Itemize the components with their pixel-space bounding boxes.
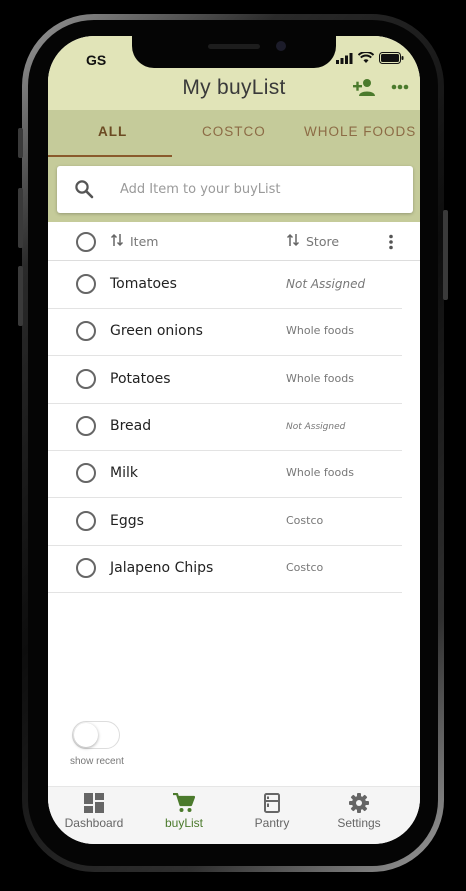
item-store: Not Assigned <box>286 422 346 432</box>
store-column-header[interactable]: Store <box>306 234 339 249</box>
volume-down-button <box>18 266 23 326</box>
item-column-header[interactable]: Item <box>130 234 158 249</box>
list-header: Item Store <box>48 224 420 261</box>
signal-icon <box>336 52 353 64</box>
sort-store-icon[interactable] <box>286 233 300 247</box>
select-all-checkbox[interactable] <box>76 232 96 252</box>
app-screen: GS My buyList ALL COSTCO WHOLE FOODS Add… <box>48 36 420 844</box>
list-item[interactable]: Bread Not Assigned <box>48 403 402 451</box>
item-name: Jalapeno Chips <box>110 560 214 576</box>
tab-costco[interactable]: COSTCO <box>202 124 266 139</box>
item-name: Green onions <box>110 323 203 339</box>
list-item[interactable]: Eggs Costco <box>48 498 402 546</box>
item-checkbox[interactable] <box>76 463 96 483</box>
nav-settings[interactable]: Settings <box>319 793 399 830</box>
volume-up-button <box>18 188 23 248</box>
list-item[interactable]: Green onions Whole foods <box>48 308 402 356</box>
more-options-icon[interactable] <box>391 84 409 90</box>
list-item[interactable]: Potatoes Whole foods <box>48 356 402 404</box>
item-checkbox[interactable] <box>76 558 96 578</box>
item-store: Costco <box>286 561 324 574</box>
item-checkbox[interactable] <box>76 369 96 389</box>
item-name: Potatoes <box>110 371 171 387</box>
battery-icon <box>379 52 404 64</box>
store-tabs: ALL COSTCO WHOLE FOODS <box>48 110 420 158</box>
speaker-grille <box>208 44 260 49</box>
search-icon <box>75 180 94 199</box>
carrier-label: GS <box>86 52 107 68</box>
item-store: Not Assigned <box>286 277 366 291</box>
sort-item-icon[interactable] <box>110 233 124 247</box>
power-button <box>443 210 448 300</box>
list-item[interactable]: Jalapeno Chips Costco <box>48 545 402 593</box>
nav-dashboard[interactable]: Dashboard <box>54 793 134 830</box>
list-item[interactable]: Tomatoes Not Assigned <box>48 261 402 309</box>
item-checkbox[interactable] <box>76 511 96 531</box>
dashboard-icon <box>84 793 104 813</box>
gear-icon <box>349 793 369 813</box>
fridge-icon <box>264 793 280 813</box>
item-name: Bread <box>110 418 152 434</box>
nav-dashboard-label: Dashboard <box>64 816 124 830</box>
item-store: Whole foods <box>286 324 354 337</box>
item-name: Tomatoes <box>110 276 177 292</box>
cart-icon <box>173 793 195 812</box>
status-icons <box>336 52 404 64</box>
item-store: Costco <box>286 514 324 527</box>
item-checkbox[interactable] <box>76 321 96 341</box>
item-name: Eggs <box>110 513 144 529</box>
bottom-nav: Dashboard buyList Pantry Settings <box>48 786 420 844</box>
nav-buylist-label: buyList <box>164 816 204 830</box>
front-camera <box>276 41 286 51</box>
item-store: Whole foods <box>286 372 354 385</box>
wifi-icon <box>358 52 374 63</box>
add-item-input[interactable] <box>120 178 390 200</box>
active-tab-indicator <box>48 155 172 157</box>
list-item[interactable]: Milk Whole foods <box>48 450 402 498</box>
tab-all[interactable]: ALL <box>98 124 127 139</box>
nav-pantry-label: Pantry <box>254 816 290 830</box>
tab-whole-foods[interactable]: WHOLE FOODS <box>304 124 416 139</box>
add-person-icon[interactable] <box>352 78 376 96</box>
show-recent-toggle[interactable] <box>72 721 120 749</box>
item-checkbox[interactable] <box>76 416 96 436</box>
search-bar[interactable] <box>57 166 413 213</box>
notch <box>132 36 336 68</box>
nav-settings-label: Settings <box>337 816 381 830</box>
nav-buylist[interactable]: buyList <box>144 793 224 830</box>
item-checkbox[interactable] <box>76 274 96 294</box>
column-options-icon[interactable] <box>388 234 394 250</box>
item-store: Whole foods <box>286 466 354 479</box>
item-name: Milk <box>110 465 138 481</box>
toggle-knob <box>74 723 98 747</box>
silent-switch <box>18 128 23 158</box>
nav-pantry[interactable]: Pantry <box>232 793 312 830</box>
show-recent-label: show recent <box>70 756 124 767</box>
